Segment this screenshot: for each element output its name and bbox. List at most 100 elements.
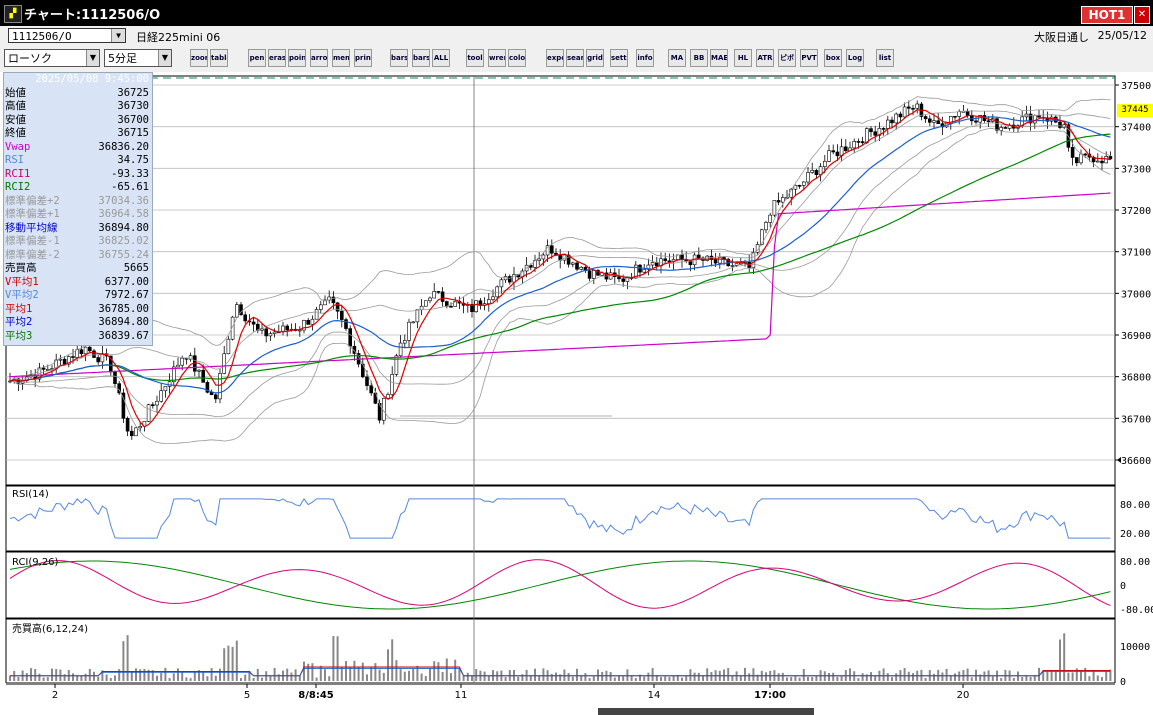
info-row: V平均2 7972.67 [4,289,152,303]
volume-bar [685,676,688,681]
info-row: 始値 36725 [4,87,152,101]
toolbar-all-button[interactable]: ALL [432,49,450,67]
toolbar: ローソク ▼ 5分足 ▼ zoomtable peneraserpointerarro… [0,46,1153,73]
toolbar-grid-button[interactable]: grid [586,49,604,67]
toolbar-zoom-button[interactable]: zoom [190,49,208,67]
candle-up [226,338,231,355]
chevron-down-icon[interactable]: ▼ [158,50,171,66]
toolbar-bars-button[interactable]: bars [390,49,408,67]
toolbar-pointer-button[interactable]: pointer [288,49,306,67]
hot-label: HOT1 [1088,8,1126,22]
toolbar-ピボ-button[interactable]: ピボ [778,49,796,67]
candle-down [365,376,369,386]
volume-bar [395,660,398,681]
toolbar-ma-button[interactable]: MA [668,49,686,67]
toolbar-print-button[interactable]: print [354,49,372,67]
toolbar-pen-button[interactable]: pen [248,49,266,67]
volume-bar [126,635,129,681]
info-value: 36700 [117,113,149,126]
toolbar-export-button[interactable]: export [546,49,564,67]
candle-up [235,304,239,318]
volume-bar [130,672,133,681]
toolbar-table-button[interactable]: table [210,49,228,67]
candle-up [218,373,222,400]
volume-bar [786,677,788,681]
volume-bar [231,646,234,681]
info-timestamp: 2025/05/08 9:45:00 [35,73,149,85]
candle-up [163,386,168,392]
volume-bar [424,675,427,681]
chart-area[interactable]: 37500 37400 37300 37200 37100 37000 36900 36800… [0,72,1153,715]
price-tick-label: 37400 [1121,123,1151,134]
volume-bar [487,675,490,681]
toolbar-settings-button[interactable]: settings [610,49,628,67]
candle-up [180,357,184,366]
chart-type-select[interactable]: ローソク ▼ [4,49,100,67]
info-row: V平均1 6377.00 [4,276,152,290]
volume-bar [660,677,662,681]
candle-up [780,197,785,203]
volume-bar [991,676,994,681]
toolbar-eraser-button[interactable]: eraser [268,49,286,67]
chart-canvas[interactable]: 37500 37400 37300 37200 37100 37000 36900 36800… [0,72,1153,715]
toolbar-pvt-button[interactable]: PVT [800,49,818,67]
volume-bar [1067,672,1070,681]
chevron-down-icon[interactable]: ▼ [86,50,99,66]
info-label: RCI2 [5,181,31,193]
volume-bar [1025,675,1028,681]
candle-down [88,346,92,352]
toolbar-memo-button[interactable]: memo [332,49,350,67]
toolbar-bars2-button[interactable]: bars2 [412,49,430,67]
volume-bar [189,678,192,681]
volume-bar [408,670,410,681]
toolbar-log-button[interactable]: Log [846,49,864,67]
volume-bar [857,678,860,681]
volume-bar [1092,671,1095,681]
toolbar-search-button[interactable]: search [566,49,584,67]
volume-bar [613,677,616,681]
volume-bar [324,669,326,681]
volume-bar [223,648,226,681]
volume-bar [437,662,440,681]
candle-up [768,214,773,223]
candle-down [776,200,781,203]
toolbar-tool-button[interactable]: tool [466,49,484,67]
candle-down [587,270,592,279]
toolbar-hl-button[interactable]: HL [734,49,752,67]
volume-bar [450,673,452,681]
toolbar-info-button[interactable]: info [636,49,654,67]
toolbar-bb-button[interactable]: BB [690,49,708,67]
volume-bar [550,673,553,681]
volume-bar [702,676,704,681]
candle-up [591,270,596,279]
toolbar-color-button[interactable]: color [508,49,526,67]
hot-button[interactable]: HOT1 ✕ [1081,6,1150,24]
toolbar-atr-button[interactable]: ATR [756,49,774,67]
volume-bar [1000,678,1003,681]
volume-bar [798,677,801,681]
volume-bar [903,668,906,681]
volume-bar [622,676,625,681]
volume-bar [135,668,137,681]
symbol-select[interactable]: 1112506/O ▼ [8,28,126,43]
candle-up [155,400,159,406]
toolbar-list-button[interactable]: list [876,49,894,67]
volume-bar [261,677,263,681]
timeframe-select[interactable]: 5分足 ▼ [104,49,172,67]
close-icon[interactable]: ✕ [1134,6,1150,24]
candle-up [738,262,743,265]
candle-up [650,262,655,266]
toolbar-box-button[interactable]: box [824,49,842,67]
toolbar-wrench-button[interactable]: wrench [488,49,506,67]
volume-bar [88,668,91,681]
rsi-tick-label: 80.00 [1120,500,1150,511]
candle-down [1058,121,1062,128]
toolbar-mae-button[interactable]: MAE [710,49,728,67]
chevron-down-icon[interactable]: ▼ [111,29,125,42]
volume-bar [252,677,255,681]
candle-down [831,150,836,153]
volume-bar [164,667,167,681]
candle-up [419,305,424,310]
toolbar-arrow-button[interactable]: arrow [310,49,328,67]
candle-down [549,245,554,254]
